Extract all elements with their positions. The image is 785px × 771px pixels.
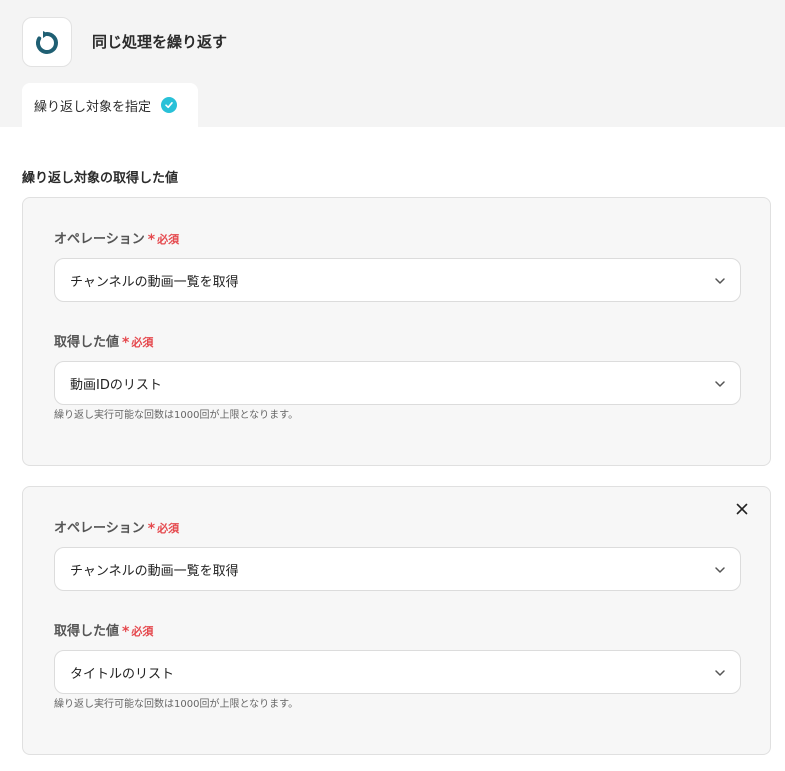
required-star: * [147,521,156,537]
header-area: 同じ処理を繰り返す 繰り返し対象を指定 [0,0,785,127]
tab-repeat-target[interactable]: 繰り返し対象を指定 [22,83,198,127]
chevron-down-icon [715,670,725,676]
required-star: * [147,232,156,248]
operation-select-value: チャンネルの動画一覧を取得 [70,274,239,290]
value-select[interactable]: タイトルのリスト [54,650,741,694]
operation-select-value: チャンネルの動画一覧を取得 [70,563,239,579]
app-title: 同じ処理を繰り返す [92,33,228,51]
value-label-text: 取得した値 [54,335,120,350]
help-text: 繰り返し実行可能な回数は1000回が上限となります。 [54,699,299,710]
section-title: 繰り返し対象の取得した値 [22,171,179,186]
required-star: * [122,335,130,351]
required-badge: 必須 [131,625,154,638]
value-select[interactable]: 動画IDのリスト [54,361,741,405]
app-icon [22,17,72,67]
operation-select[interactable]: チャンネルの動画一覧を取得 [54,258,741,302]
close-icon [736,503,748,515]
chevron-down-icon [715,381,725,387]
chevron-down-icon [715,567,725,573]
value-select-value: タイトルのリスト [70,666,175,682]
value-label: 取得した値 * 必須 [54,623,153,641]
repeat-target-card: オペレーション * 必須 チャンネルの動画一覧を取得 取得した値 * 必須 タイ… [22,486,771,755]
close-button[interactable] [734,501,750,517]
operation-select[interactable]: チャンネルの動画一覧を取得 [54,547,741,591]
required-badge: 必須 [131,336,154,349]
repeat-target-card: オペレーション * 必須 チャンネルの動画一覧を取得 取得した値 * 必須 動画… [22,197,771,466]
value-label-text: 取得した値 [54,624,120,639]
value-label: 取得した値 * 必須 [54,334,153,352]
operation-label: オペレーション * 必須 [54,520,179,538]
required-badge: 必須 [157,233,180,246]
required-badge: 必須 [157,522,180,535]
check-icon [161,97,178,113]
required-star: * [122,624,130,640]
chevron-down-icon [715,278,725,284]
tab-label: 繰り返し対象を指定 [34,99,152,115]
value-select-value: 動画IDのリスト [70,377,162,393]
operation-label-text: オペレーション [54,232,145,247]
repeat-icon [36,31,58,54]
help-text: 繰り返し実行可能な回数は1000回が上限となります。 [54,410,299,421]
operation-label-text: オペレーション [54,521,145,536]
operation-label: オペレーション * 必須 [54,231,179,249]
